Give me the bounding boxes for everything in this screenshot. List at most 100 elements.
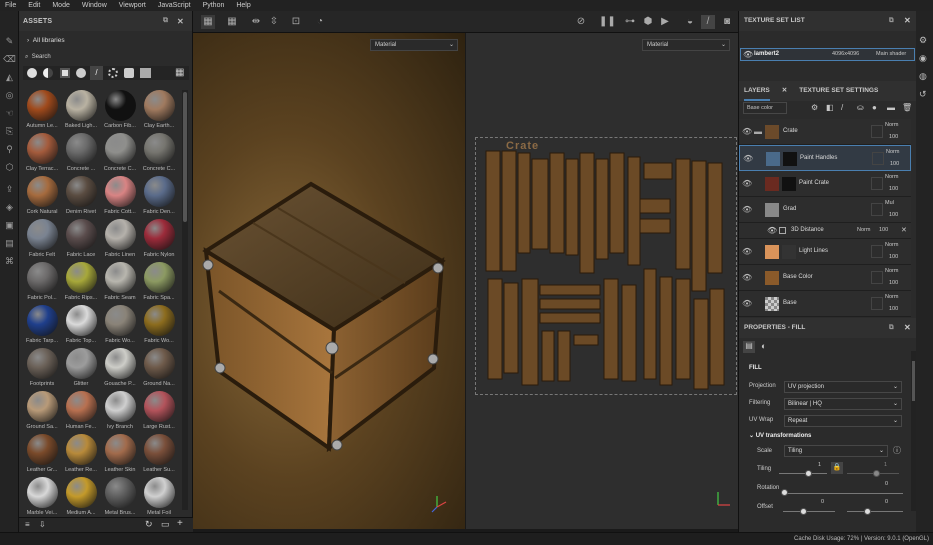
uvwrap-select[interactable]: Repeat ⌄	[784, 415, 902, 427]
offset-y-slider-knob[interactable]	[864, 508, 871, 515]
display-settings-icon[interactable]: ◉	[919, 53, 927, 64]
import-icon[interactable]: ⇩	[39, 520, 46, 529]
material-item[interactable]: Baked Ligh...	[61, 90, 101, 133]
folder-icon[interactable]: ▭	[161, 519, 170, 530]
layout-single-icon[interactable]: ▦	[201, 15, 215, 29]
pause-icon[interactable]: ❚❚	[599, 15, 616, 29]
add-folder-icon[interactable]: ▬	[887, 103, 895, 112]
eraser-icon[interactable]: ⌫	[3, 53, 16, 66]
menu-file[interactable]: File	[5, 2, 16, 9]
lock-icon[interactable]: 🔒	[831, 462, 843, 474]
material-item[interactable]: Concrete ...	[61, 133, 101, 176]
close-icon[interactable]: ✕	[904, 318, 911, 338]
material-item[interactable]: Medium A...	[61, 477, 101, 520]
layout-grid-icon[interactable]: ▦	[225, 15, 239, 29]
material-item[interactable]: Fabric Den...	[139, 176, 179, 219]
material-item[interactable]: Leather Skin	[100, 434, 140, 477]
material-item[interactable]: Ground Sa...	[22, 391, 62, 434]
eye-icon[interactable]: 👁	[742, 179, 752, 188]
scrollbar[interactable]	[182, 90, 188, 510]
close-icon[interactable]: ✕	[904, 11, 911, 31]
document-icon[interactable]: ▤	[3, 237, 16, 250]
menu-mode[interactable]: Mode	[52, 2, 70, 9]
rotation-slider-knob[interactable]	[781, 489, 788, 496]
material-item[interactable]: Autumn Le...	[22, 90, 62, 133]
effect-3d-distance[interactable]: 👁 3D Distance Norm 100 ✕	[739, 223, 911, 239]
material-item[interactable]: Fabric Tarp...	[22, 305, 62, 348]
filters-icon[interactable]	[76, 68, 86, 78]
offset-x-slider-knob[interactable]	[800, 508, 807, 515]
material-item[interactable]: Concrete C...	[139, 133, 179, 176]
split-vertical-icon[interactable]: ⇳	[267, 15, 281, 29]
brushes-icon[interactable]: /	[90, 66, 103, 80]
history-icon[interactable]: ↺	[919, 89, 927, 100]
eye-icon[interactable]: 👁	[767, 226, 777, 235]
display-icon[interactable]: ▣	[3, 219, 16, 232]
menu-viewport[interactable]: Viewport	[119, 2, 146, 9]
material-item[interactable]: Fabric Nylon	[139, 219, 179, 262]
split-horizontal-icon[interactable]: ⇹	[249, 15, 263, 29]
delete-icon[interactable]: 🗑	[902, 103, 912, 112]
layer-base-color[interactable]: 👁 Base Color Norm 100	[739, 265, 911, 291]
material-item[interactable]: Fabric Cott...	[100, 176, 140, 219]
material-item[interactable]: Fabric Top...	[61, 305, 101, 348]
add-smart-material-icon[interactable]: ●	[872, 103, 877, 112]
undock-icon[interactable]: ⧉	[889, 318, 894, 338]
material-item[interactable]: Ground Na...	[139, 348, 179, 391]
material-item[interactable]: Gouache P...	[100, 348, 140, 391]
render-icon[interactable]: ◈	[3, 201, 16, 214]
eye-icon[interactable]: 👁	[742, 205, 752, 214]
eye-icon[interactable]: 👁	[743, 50, 753, 59]
channel-select[interactable]: Base color	[743, 102, 787, 114]
particles-icon[interactable]	[108, 68, 118, 78]
menu-window[interactable]: Window	[82, 2, 107, 9]
material-item[interactable]: Fabric Linen	[100, 219, 140, 262]
bake-icon[interactable]: ⇪	[3, 183, 16, 196]
view2d-mode-select[interactable]: Material ⌄	[642, 39, 730, 51]
offset-x-slider[interactable]	[783, 511, 835, 512]
layer-crate[interactable]: 👁 ▬ Crate Norm 100	[739, 119, 911, 145]
tiling-slider[interactable]	[779, 473, 827, 474]
color-picker-icon[interactable]: ⚲	[3, 143, 16, 156]
no-symmetry-icon[interactable]: ⊘	[574, 15, 588, 29]
mask-slot[interactable]	[871, 245, 883, 258]
add-paint-layer-icon[interactable]: /	[841, 103, 843, 112]
menu-python[interactable]: Python	[203, 2, 225, 9]
viewport-3d[interactable]: Material ⌄	[193, 33, 465, 529]
layer-light-lines[interactable]: 👁 Light Lines Norm 100	[739, 239, 911, 265]
settings-icon[interactable]: ⚙	[919, 35, 927, 46]
layer-base[interactable]: 👁 Base Norm 100	[739, 291, 911, 317]
paint-mode-icon[interactable]: /	[701, 15, 715, 29]
smudge-icon[interactable]: ☜	[3, 107, 16, 120]
menu-help[interactable]: Help	[236, 2, 250, 9]
eye-icon[interactable]: 👁	[742, 299, 752, 308]
menu-javascript[interactable]: JavaScript	[158, 2, 191, 9]
material-item[interactable]: Human Fe...	[61, 391, 101, 434]
material-item[interactable]: Fabric Rips...	[61, 262, 101, 305]
eye-icon[interactable]: 👁	[742, 247, 752, 256]
material-item[interactable]: Denim Rivet	[61, 176, 101, 219]
material-item[interactable]: Large Rust...	[139, 391, 179, 434]
mask-icon[interactable]: ◧	[826, 103, 834, 112]
scale-select[interactable]: Tiling ⌄	[784, 445, 888, 457]
smart-materials-icon[interactable]	[43, 68, 53, 78]
polygon-fill-icon[interactable]: ⬡	[3, 161, 16, 174]
material-item[interactable]: Glitter	[61, 348, 101, 391]
material-item[interactable]: Footprints	[22, 348, 62, 391]
materials-filter-icon[interactable]	[27, 68, 37, 78]
add-effect-icon[interactable]: ⚙	[811, 103, 818, 112]
tiling-slider-2-knob[interactable]	[873, 470, 880, 477]
close-icon[interactable]: ✕	[177, 17, 184, 26]
mask-slot[interactable]	[871, 271, 883, 284]
projection-mode-icon[interactable]: ⊶	[623, 15, 637, 29]
material-item[interactable]: Fabric Spa...	[139, 262, 179, 305]
info-icon[interactable]: ⓘ	[893, 445, 901, 456]
material-item[interactable]: Carbon Fib...	[100, 90, 140, 133]
material-item[interactable]: Fabric Felt	[22, 219, 62, 262]
frame-icon[interactable]: ⊡	[289, 15, 303, 29]
menu-edit[interactable]: Edit	[28, 2, 40, 9]
material-item[interactable]: Fabric Lace	[61, 219, 101, 262]
add-icon[interactable]: +	[177, 518, 183, 529]
material-item[interactable]: Metal Foil	[139, 477, 179, 520]
refresh-icon[interactable]: ↻	[145, 519, 153, 530]
